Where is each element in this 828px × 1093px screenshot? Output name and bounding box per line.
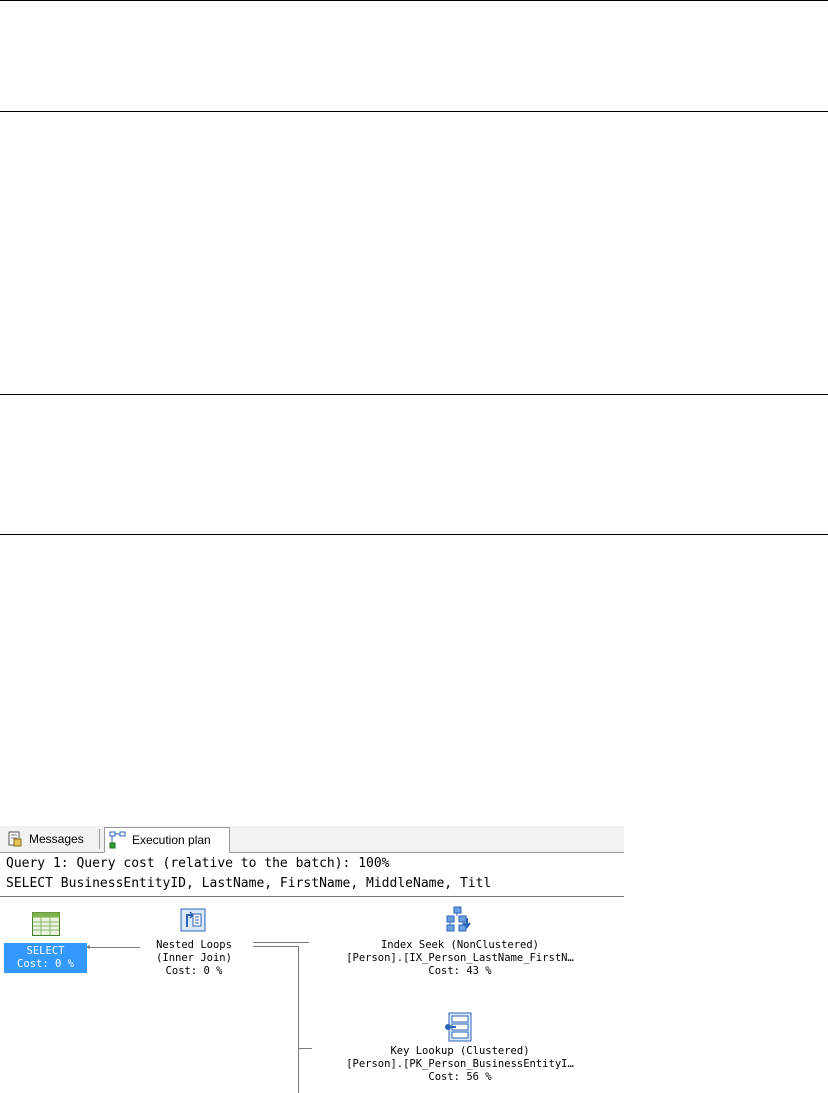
index-seek-icon xyxy=(445,906,475,936)
tab-separator xyxy=(99,829,100,849)
tab-messages-label: Messages xyxy=(29,832,84,846)
execution-plan-diagram: SELECT Cost: 0 % Nested Loops (Inner Joi… xyxy=(0,898,624,1093)
key-lookup-detail: [Person].[PK_Person_BusinessEntityI… xyxy=(346,1058,574,1070)
divider-line xyxy=(0,111,828,112)
index-seek-label: Index Seek (NonClustered) xyxy=(380,939,540,951)
plan-node-index-seek[interactable]: Index Seek (NonClustered) [Person].[IX_P… xyxy=(310,939,610,978)
header-separator xyxy=(0,896,624,897)
nested-loops-cost: Cost: 0 % xyxy=(165,965,223,977)
index-seek-cost: Cost: 43 % xyxy=(428,965,492,977)
results-panel: Messages Execution plan Query 1: Query c… xyxy=(0,826,624,1093)
key-lookup-cost: Cost: 56 % xyxy=(428,1071,492,1083)
divider-line xyxy=(0,394,828,395)
key-lookup-icon xyxy=(444,1012,474,1048)
result-grid-icon xyxy=(32,912,60,940)
execution-plan-icon xyxy=(109,831,127,849)
nested-loops-label: Nested Loops xyxy=(156,939,232,951)
index-seek-detail: [Person].[IX_Person_LastName_FirstN… xyxy=(346,952,574,964)
arrow-index-seek-to-nested-loops xyxy=(253,942,309,943)
results-tab-bar: Messages Execution plan xyxy=(0,826,624,853)
plan-node-select[interactable]: SELECT Cost: 0 % xyxy=(4,943,87,973)
select-cost: Cost: 0 % xyxy=(17,958,74,970)
arrow-key-lookup-vertical xyxy=(298,946,299,1093)
key-lookup-label: Key Lookup (Clustered) xyxy=(390,1045,530,1057)
divider-line xyxy=(0,0,828,1)
plan-node-nested-loops[interactable]: Nested Loops (Inner Join) Cost: 0 % xyxy=(130,939,258,978)
nested-loops-detail: (Inner Join) xyxy=(156,952,232,964)
nested-loops-icon xyxy=(180,906,206,936)
query-text: SELECT BusinessEntityID, LastName, First… xyxy=(6,876,492,891)
plan-node-key-lookup[interactable]: Key Lookup (Clustered) [Person].[PK_Pers… xyxy=(310,1045,610,1084)
query-cost-header: Query 1: Query cost (relative to the bat… xyxy=(6,856,390,871)
arrow-key-lookup-to-nested-loops xyxy=(253,946,299,947)
select-label: SELECT xyxy=(26,945,65,957)
messages-icon xyxy=(6,830,24,848)
tab-execution-plan[interactable]: Execution plan xyxy=(104,827,230,853)
tab-messages[interactable]: Messages xyxy=(4,827,98,851)
tab-execution-plan-label: Execution plan xyxy=(132,833,211,847)
divider-line xyxy=(0,534,828,535)
